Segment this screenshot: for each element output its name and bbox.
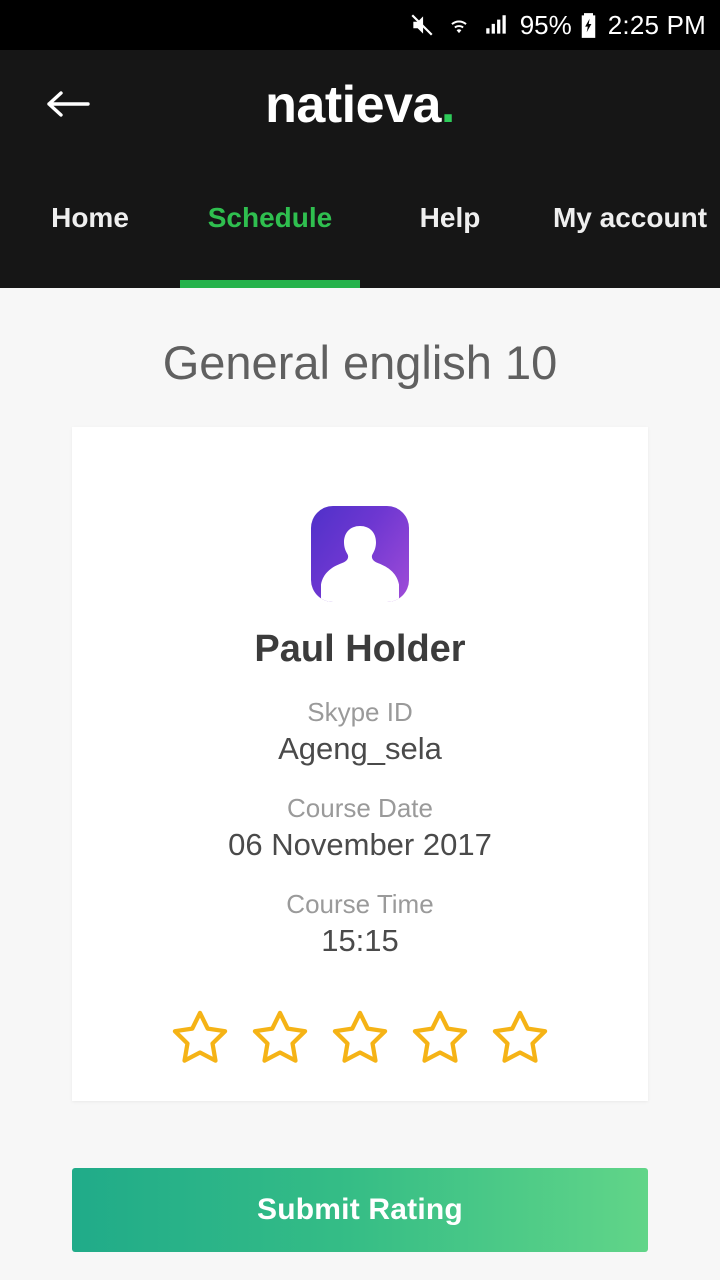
field-course-time: Course Time 15:15 [72,888,648,960]
course-detail-card: Paul Holder Skype ID Ageng_sela Course D… [72,427,648,1101]
field-value: 15:15 [321,923,399,958]
field-label: Course Date [287,793,433,823]
star-icon-1[interactable] [167,1006,233,1075]
brand-dot: . [440,76,455,134]
star-icon-4[interactable] [407,1006,473,1075]
field-label: Skype ID [307,697,413,727]
main-content: General english 10 Paul Holder Skype ID … [0,288,720,1280]
tab-my-account[interactable]: My account [540,160,720,288]
app-title: natieva. [0,74,720,136]
field-value: Ageng_sela [278,731,442,766]
page-title: General english 10 [162,336,558,389]
field-course-date: Course Date 06 November 2017 [72,792,648,864]
user-avatar-icon [311,506,409,602]
phone-screen: 95% 2:25 PM natieva. Home Schedule Help … [0,0,720,1280]
avatar [311,506,409,602]
field-label: Course Time [286,889,434,919]
status-bar: 95% 2:25 PM [0,0,720,50]
battery-percent-label: 95% [519,10,572,40]
app-bar: natieva. [0,50,720,160]
tab-schedule[interactable]: Schedule [180,160,360,288]
mute-icon [409,12,435,38]
tab-home[interactable]: Home [0,160,180,288]
star-icon-3[interactable] [327,1006,393,1075]
wifi-icon [446,12,472,38]
person-name: Paul Holder [254,628,466,670]
clock-label: 2:25 PM [607,10,706,40]
field-skype-id: Skype ID Ageng_sela [72,696,648,768]
star-icon-2[interactable] [247,1006,313,1075]
star-icon-5[interactable] [487,1006,553,1075]
tab-bar: Home Schedule Help My account [0,160,720,288]
rating-stars[interactable] [72,1006,648,1075]
signal-icon [483,12,509,38]
submit-rating-button[interactable]: Submit Rating [72,1168,648,1252]
status-icon-group: 95% 2:25 PM [409,12,706,39]
brand-name: natieva [265,76,441,134]
battery-charging-icon [580,12,597,39]
field-value: 06 November 2017 [228,827,492,862]
tab-help[interactable]: Help [360,160,540,288]
